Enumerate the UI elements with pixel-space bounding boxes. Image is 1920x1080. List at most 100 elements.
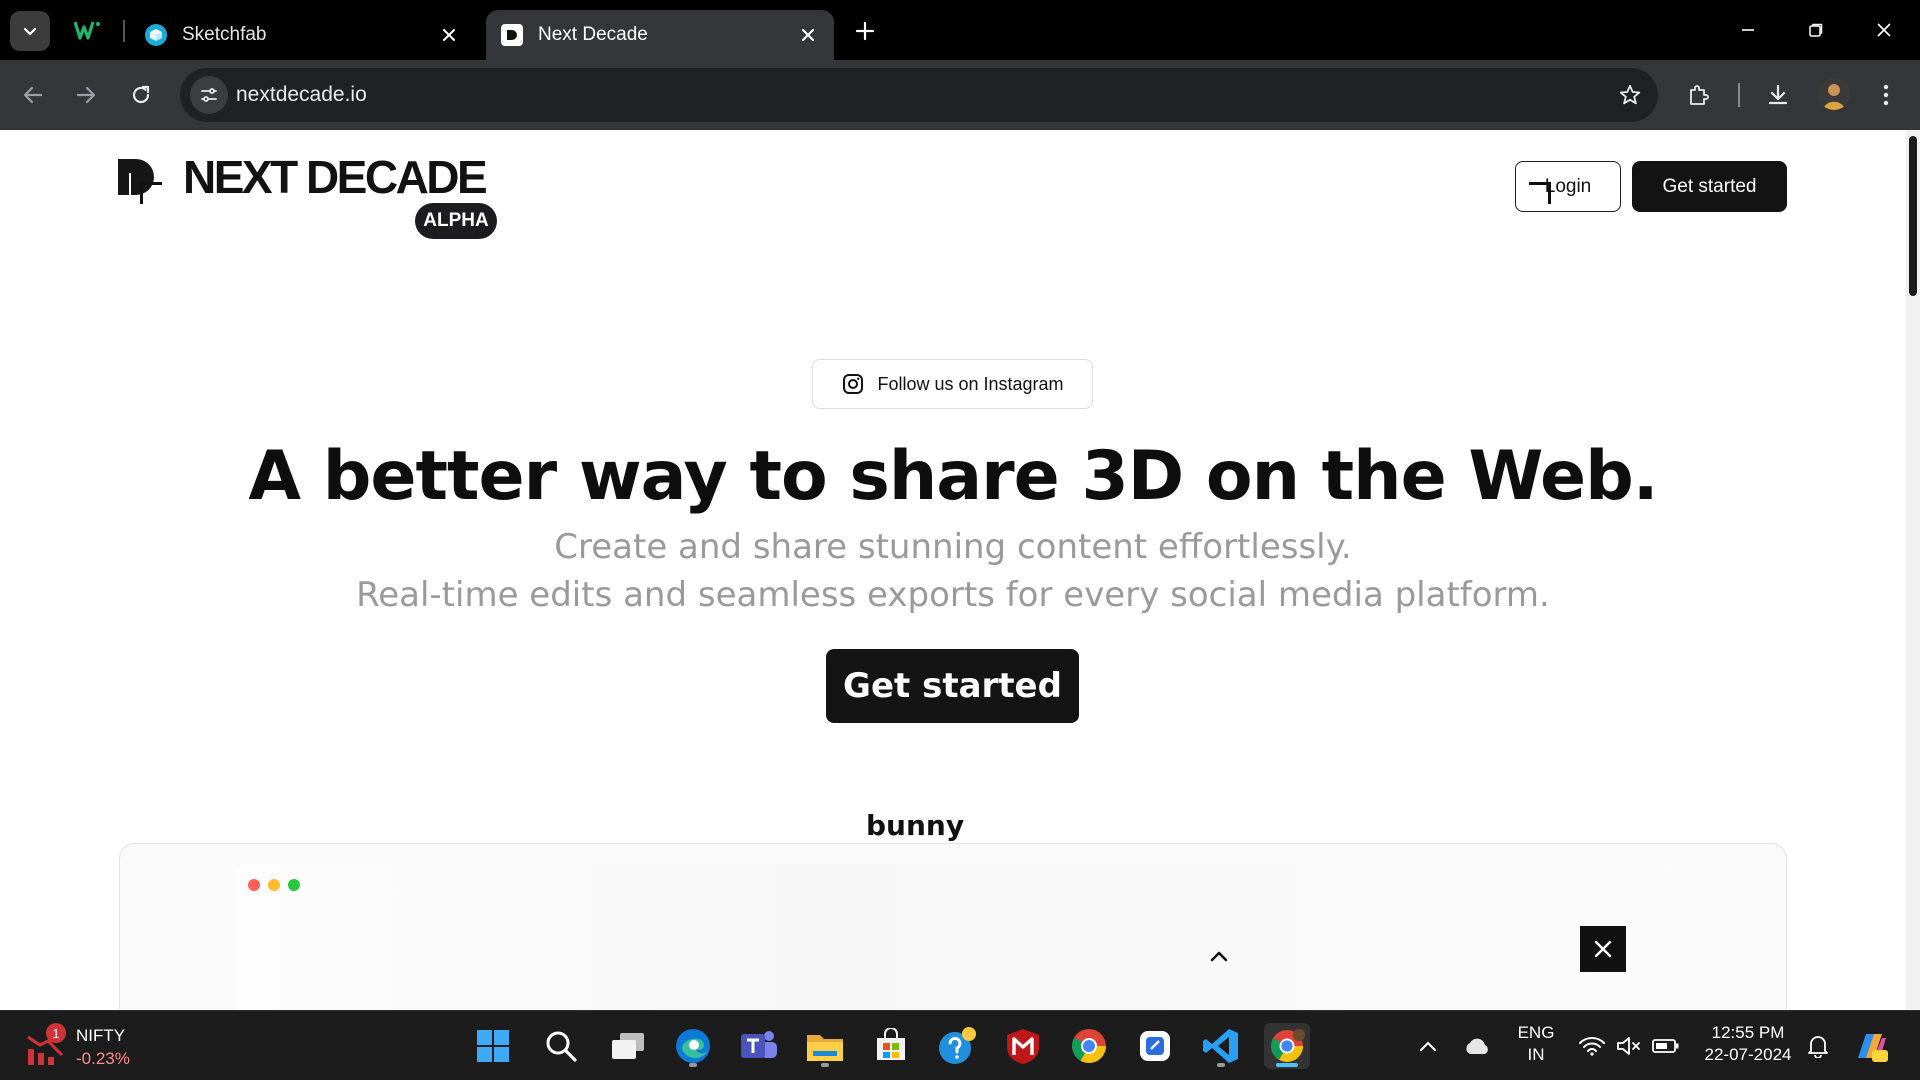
site-logo[interactable]: NEXT DECADE — [118, 151, 488, 203]
profile-avatar[interactable] — [1818, 78, 1850, 110]
page-viewport: NEXT DECADE ALPHA Login Get started Foll… — [0, 130, 1920, 1010]
vscode-app[interactable] — [1198, 1023, 1244, 1069]
edge-icon — [676, 1029, 710, 1063]
clipboard-app-icon — [1140, 1031, 1170, 1061]
active-indicator — [1276, 1063, 1298, 1067]
wifi-icon — [1579, 1037, 1605, 1056]
mcafee-app[interactable] — [1000, 1023, 1046, 1069]
tab-separator — [123, 20, 125, 42]
running-indicator — [689, 1063, 697, 1067]
stock-widget[interactable]: 1 NIFTY -0.23% — [26, 1023, 146, 1073]
get-help-app[interactable] — [934, 1023, 980, 1069]
preview-close-button[interactable] — [1580, 926, 1626, 972]
window-dot-yellow — [268, 879, 280, 891]
sketchfab-icon — [144, 23, 168, 47]
taskbar-search-button[interactable] — [538, 1023, 584, 1069]
chevron-up-icon[interactable] — [1210, 950, 1228, 962]
tab-search-button[interactable] — [10, 11, 50, 51]
site-settings-button[interactable] — [190, 76, 228, 114]
minimize-button[interactable] — [1726, 10, 1770, 50]
start-button[interactable] — [470, 1023, 516, 1069]
close-icon[interactable] — [796, 23, 820, 47]
clock-time: 12:55 PM — [1711, 1023, 1785, 1042]
language-code: ENG — [1517, 1023, 1555, 1042]
restore-icon — [1809, 23, 1823, 37]
chrome-app[interactable] — [1066, 1023, 1112, 1069]
close-icon[interactable] — [437, 23, 461, 47]
get-started-nav-button[interactable]: Get started — [1632, 161, 1787, 212]
copilot-button[interactable] — [1848, 1023, 1894, 1069]
show-hidden-icons-button[interactable] — [1408, 1023, 1448, 1069]
tab-title: Next Decade — [538, 24, 648, 45]
restore-button[interactable] — [1794, 10, 1838, 50]
chevron-up-icon — [1420, 1041, 1436, 1051]
wix-icon — [74, 21, 100, 40]
address-bar[interactable]: nextdecade.io — [180, 68, 1658, 122]
bookmark-star-button[interactable] — [1616, 81, 1644, 109]
notifications-button[interactable] — [1798, 1023, 1838, 1069]
url-text[interactable]: nextdecade.io — [236, 83, 367, 107]
forward-button[interactable] — [68, 77, 104, 113]
hero-headline: A better way to share 3D on the Web. — [248, 437, 1658, 516]
arrow-right-icon — [76, 86, 96, 104]
file-explorer-app[interactable] — [802, 1023, 848, 1069]
tab-sketchfab[interactable]: Sketchfab — [130, 10, 475, 60]
copilot-icon — [1858, 1034, 1888, 1062]
reload-icon — [132, 85, 150, 104]
clipboard-app[interactable] — [1132, 1023, 1178, 1069]
browser-toolbar: nextdecade.io — [0, 60, 1920, 130]
bell-icon — [1808, 1036, 1828, 1058]
region-code: IN — [1527, 1045, 1545, 1064]
editor-preview-card — [119, 843, 1787, 1010]
notification-badge: 1 — [46, 1023, 66, 1043]
page-scrollbar[interactable] — [1906, 130, 1920, 1010]
new-tab-button[interactable] — [848, 14, 882, 48]
minimize-icon — [1742, 29, 1754, 31]
language-indicator[interactable]: ENG IN — [1510, 1022, 1562, 1066]
task-view-button[interactable] — [605, 1023, 651, 1069]
tune-icon — [201, 88, 217, 102]
model-name-label: bunny — [866, 809, 965, 842]
arrow-left-icon — [23, 86, 43, 104]
edge-app[interactable] — [670, 1023, 716, 1069]
chrome-profile-app[interactable] — [1264, 1023, 1310, 1069]
volume-status[interactable] — [1610, 1023, 1648, 1069]
close-icon — [1594, 940, 1612, 958]
store-app[interactable] — [868, 1023, 914, 1069]
volume-muted-icon — [1617, 1037, 1640, 1055]
editor-preview-canvas[interactable] — [236, 864, 1671, 1010]
window-dot-green — [288, 879, 300, 891]
stock-change: -0.23% — [76, 1049, 130, 1068]
back-button[interactable] — [15, 77, 51, 113]
hero-get-started-button[interactable]: Get started — [826, 649, 1079, 723]
onedrive-button[interactable] — [1455, 1023, 1499, 1069]
file-explorer-icon — [807, 1035, 843, 1061]
task-view-icon — [612, 1033, 644, 1059]
extensions-button[interactable] — [1681, 77, 1717, 113]
toolbar-divider — [1738, 83, 1740, 107]
frame-corner-top-left — [140, 182, 162, 204]
teams-app[interactable] — [736, 1023, 782, 1069]
tab-next-decade[interactable]: Next Decade — [486, 10, 834, 60]
reload-button[interactable] — [123, 77, 159, 113]
help-icon — [939, 1027, 976, 1064]
window-close-button[interactable] — [1862, 10, 1906, 50]
pinned-tab-wix[interactable] — [72, 16, 104, 44]
chrome-icon — [1072, 1029, 1106, 1063]
wifi-status[interactable] — [1572, 1023, 1612, 1069]
instagram-follow-button[interactable]: Follow us on Instagram — [812, 359, 1093, 409]
clock[interactable]: 12:55 PM 22-07-2024 — [1692, 1022, 1804, 1066]
battery-status[interactable] — [1646, 1023, 1686, 1069]
scrollbar-thumb[interactable] — [1909, 136, 1917, 296]
browser-menu-button[interactable] — [1868, 77, 1904, 113]
running-indicator — [1217, 1063, 1225, 1067]
downloads-button[interactable] — [1760, 77, 1796, 113]
frame-corner-top-right — [1529, 182, 1551, 204]
puzzle-icon — [1690, 85, 1709, 105]
cloud-icon — [1466, 1038, 1488, 1054]
start-icon — [477, 1030, 509, 1062]
close-icon — [1877, 23, 1891, 37]
browser-tab-strip: Sketchfab Next Decade — [0, 0, 1920, 60]
logo-text: NEXT DECADE — [183, 151, 488, 203]
vscode-icon — [1203, 1029, 1238, 1063]
